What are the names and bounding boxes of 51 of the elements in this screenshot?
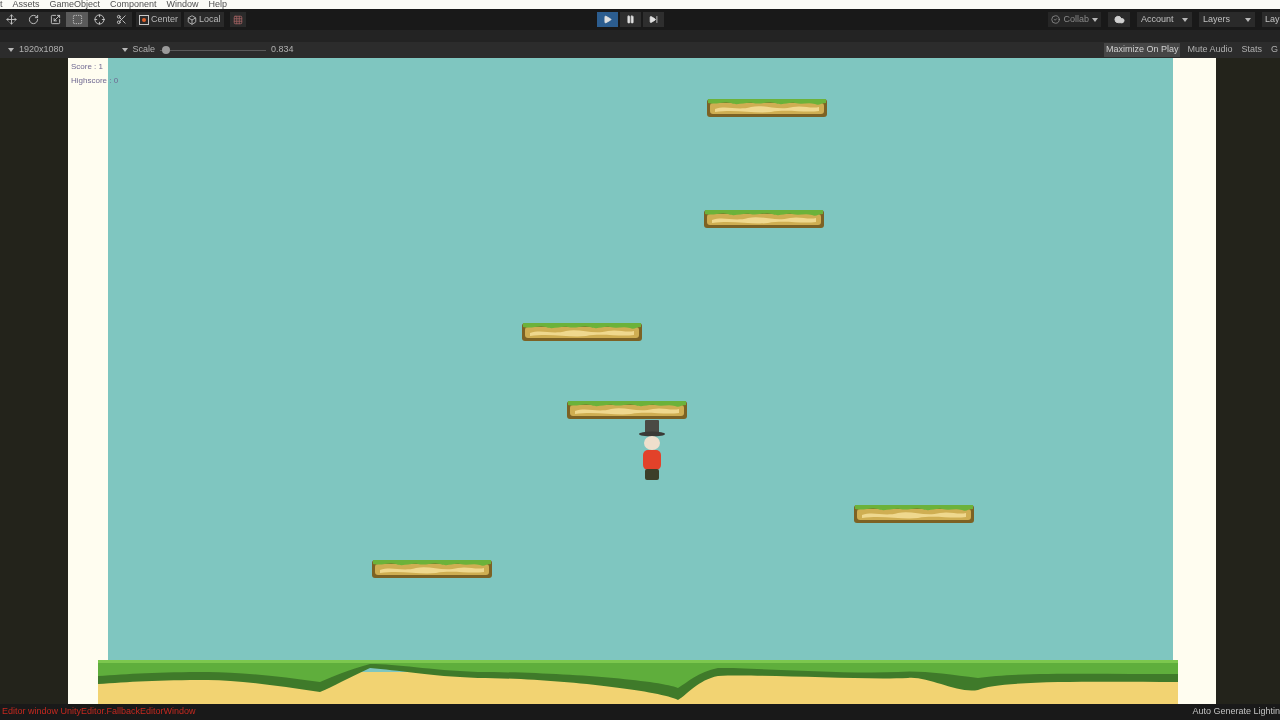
playback-button[interactable] xyxy=(642,12,664,27)
pivot-button[interactable]: Local xyxy=(184,12,224,27)
move-icon xyxy=(5,14,17,25)
view-toggle[interactable]: Maximize On Play xyxy=(1103,43,1181,57)
scale-icon xyxy=(49,14,61,25)
crosshair-icon xyxy=(93,14,105,25)
cloud-button[interactable] xyxy=(1108,12,1130,27)
view-toggle[interactable]: G xyxy=(1269,43,1280,57)
status-message: Editor window UnityEditor.FallbackEditorWindow xyxy=(1,705,196,719)
slider-thumb[interactable] xyxy=(162,46,170,54)
pivot-center-icon xyxy=(139,14,149,25)
resolution-dropdown[interactable]: 1920x1080 xyxy=(8,43,64,57)
pause-icon xyxy=(625,15,635,24)
check-icon xyxy=(1051,15,1061,24)
snap-button[interactable] xyxy=(229,12,246,27)
tool-button[interactable] xyxy=(66,12,88,27)
view-toggle[interactable]: Mute Audio xyxy=(1185,43,1235,57)
hud-text: Highscore : 0 xyxy=(71,76,119,86)
cube-icon xyxy=(187,14,197,25)
character-with-top-hat xyxy=(637,420,667,480)
menu-item[interactable]: Window xyxy=(166,0,199,9)
caret-icon xyxy=(1092,17,1098,22)
grid-icon xyxy=(232,14,243,25)
collab-dropdown[interactable]: Collab xyxy=(1048,12,1101,27)
account-dropdown[interactable]: Account xyxy=(1137,12,1192,27)
caret-icon xyxy=(1182,17,1188,22)
play-icon xyxy=(602,15,612,24)
scale-value: 0.834 xyxy=(271,43,294,57)
menu-item[interactable]: Component xyxy=(110,0,157,9)
menu-item[interactable]: Help xyxy=(208,0,228,9)
hud-text: Score : 1 xyxy=(71,62,104,72)
status-right-text: Auto Generate Lightin xyxy=(1192,705,1280,719)
rotate-icon xyxy=(27,14,39,25)
caret-icon xyxy=(121,48,128,52)
scale-slider[interactable] xyxy=(160,46,267,54)
step-icon xyxy=(648,15,658,24)
scissors-icon xyxy=(115,14,127,25)
view-toggle[interactable]: Stats xyxy=(1239,43,1264,57)
playback-button[interactable] xyxy=(619,12,641,27)
rect-tool-icon xyxy=(71,14,83,25)
menu-item[interactable]: GameObject xyxy=(49,0,101,9)
cloud-icon xyxy=(1113,14,1125,25)
caret-icon xyxy=(8,48,14,52)
playback-button[interactable] xyxy=(596,12,618,27)
menu-item[interactable]: Assets xyxy=(12,0,40,9)
caret-icon xyxy=(1245,17,1251,22)
layout-dropdown[interactable]: Lay xyxy=(1262,12,1280,27)
menu-item[interactable]: t xyxy=(0,0,3,9)
layers-dropdown[interactable]: Layers xyxy=(1199,12,1255,27)
pivot-button[interactable]: Center xyxy=(136,12,181,27)
scale-label: Scale xyxy=(132,43,156,57)
